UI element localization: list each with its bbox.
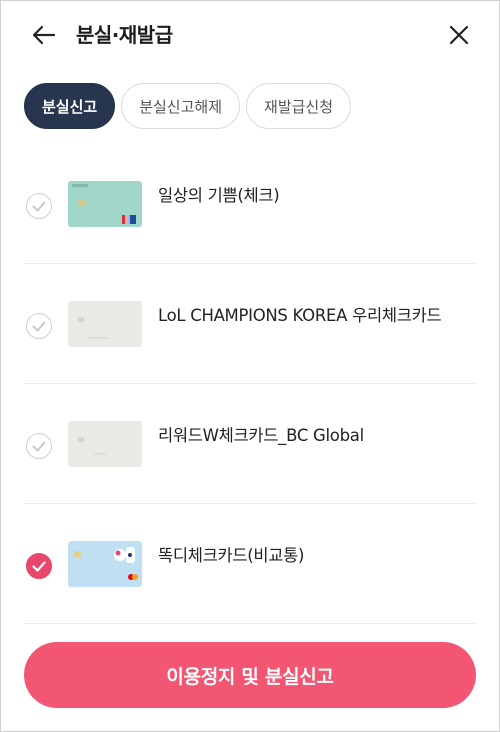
card-row[interactable]: 리워드W체크카드_BC Global	[24, 384, 476, 504]
card-checkbox[interactable]	[26, 193, 52, 219]
card-row[interactable]: 똑디체크카드(비교통)	[24, 504, 476, 624]
tab-reissue[interactable]: 재발급신청	[246, 83, 352, 129]
card-checkbox[interactable]	[26, 433, 52, 459]
close-icon	[449, 25, 469, 45]
card-name: LoL CHAMPIONS KOREA 우리체크카드	[158, 306, 442, 325]
card-name: 똑디체크카드(비교통)	[158, 546, 305, 565]
checkmark-icon	[32, 560, 46, 572]
card-list: 일상의 기쁨(체크) LoL CHAMPIONS KOREA 우리체크카드 리워…	[0, 144, 500, 624]
card-name: 일상의 기쁨(체크)	[158, 186, 280, 205]
card-row[interactable]: 일상의 기쁨(체크)	[24, 144, 476, 264]
back-button[interactable]	[26, 19, 62, 51]
card-row[interactable]: LoL CHAMPIONS KOREA 우리체크카드	[24, 264, 476, 384]
close-button[interactable]	[442, 18, 476, 52]
page-title: 분실·재발급	[76, 23, 173, 47]
tab-bar: 분실신고 분실신고해제 재발급신청	[24, 83, 352, 129]
header: 분실·재발급	[0, 0, 500, 70]
card-image	[68, 421, 142, 467]
card-image	[68, 301, 142, 347]
card-name: 리워드W체크카드_BC Global	[158, 426, 364, 445]
suspend-and-report-button[interactable]: 이용정지 및 분실신고	[24, 642, 476, 708]
checkmark-icon	[32, 201, 46, 211]
tab-report-loss[interactable]: 분실신고	[24, 83, 116, 129]
card-image	[68, 181, 142, 227]
card-checkbox[interactable]	[26, 313, 52, 339]
arrow-left-icon	[32, 25, 56, 45]
checkmark-icon	[32, 441, 46, 451]
card-image	[68, 541, 142, 587]
card-checkbox[interactable]	[26, 553, 52, 579]
checkmark-icon	[32, 321, 46, 331]
tab-cancel-report[interactable]: 분실신고해제	[121, 83, 241, 129]
